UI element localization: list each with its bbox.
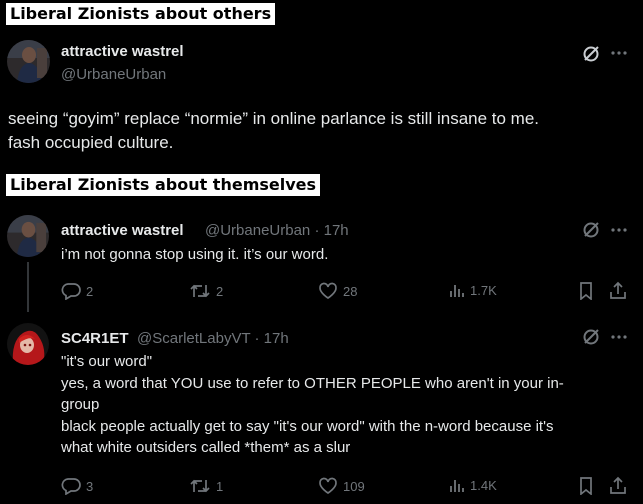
like-button[interactable]: 109 <box>318 477 365 495</box>
bookmark-icon[interactable] <box>579 282 593 300</box>
retweet-button[interactable]: 1 <box>189 477 223 495</box>
views-icon <box>450 285 464 297</box>
thread-line <box>27 262 29 312</box>
tweet-text-line: fash occupied culture. <box>8 133 174 152</box>
tweet-text: "it's our word" yes, a word that YOU use… <box>61 351 636 459</box>
retweet-count: 2 <box>216 283 224 299</box>
like-count: 28 <box>343 283 358 299</box>
views-icon <box>450 480 464 492</box>
caption-others: Liberal Zionists about others <box>6 3 276 28</box>
views-button[interactable]: 1.7K <box>449 282 497 298</box>
caption-themselves: Liberal Zionists about themselves <box>6 174 321 199</box>
like-button[interactable]: 28 <box>318 282 357 300</box>
author-handle[interactable]: @UrbaneUrban <box>61 66 166 83</box>
view-count: 1.7K <box>470 282 497 298</box>
share-icon[interactable] <box>609 281 627 300</box>
retweet-button[interactable]: 2 <box>189 282 223 300</box>
reply-button[interactable]: 3 <box>61 477 93 495</box>
author-handle-time[interactable]: @ScarletLabyVT · 17h <box>137 330 289 347</box>
author-name[interactable]: SC4R1ET <box>61 330 129 347</box>
reply-count: 3 <box>86 478 94 494</box>
reply-icon <box>61 283 81 300</box>
reply-icon <box>61 478 81 495</box>
heart-icon <box>319 477 337 495</box>
more-icon[interactable] <box>611 335 627 339</box>
share-icon[interactable] <box>609 476 627 495</box>
reply-button[interactable]: 2 <box>61 282 93 300</box>
more-icon[interactable] <box>611 51 627 55</box>
retweet-icon <box>190 284 210 298</box>
avatar[interactable] <box>7 323 49 365</box>
grok-icon[interactable] <box>582 45 600 63</box>
author-name[interactable]: attractive wastrel <box>61 43 184 60</box>
grok-icon[interactable] <box>582 221 600 239</box>
retweet-icon <box>190 479 210 493</box>
avatar[interactable] <box>7 215 49 257</box>
bookmark-icon[interactable] <box>579 477 593 495</box>
like-count: 109 <box>343 478 365 494</box>
views-button[interactable]: 1.4K <box>449 477 497 493</box>
retweet-count: 1 <box>216 478 224 494</box>
author-name[interactable]: attractive wastrel <box>61 222 184 239</box>
tweet-text-line: group <box>61 396 100 413</box>
reply-count: 2 <box>86 283 94 299</box>
heart-icon <box>319 282 337 300</box>
grok-icon[interactable] <box>582 328 600 346</box>
tweet-text-line: what white outsiders called *them* as a … <box>61 439 351 456</box>
more-icon[interactable] <box>611 228 627 232</box>
view-count: 1.4K <box>470 477 497 493</box>
tweet-text: seeing “goyim” replace “normie” in onlin… <box>8 107 539 155</box>
tweet-text: i’m not gonna stop using it. it’s our wo… <box>61 246 329 263</box>
tweet-text-line: black people actually get to say "it's o… <box>61 417 554 435</box>
author-handle-time[interactable]: @UrbaneUrban · 17h <box>205 222 349 239</box>
avatar[interactable] <box>7 40 50 83</box>
tweet-text-line: "it's our word" <box>61 353 153 370</box>
tweet-text-line: yes, a word that YOU use to refer to OTH… <box>61 374 564 392</box>
tweet-text-line: seeing “goyim” replace “normie” in onlin… <box>8 109 540 128</box>
